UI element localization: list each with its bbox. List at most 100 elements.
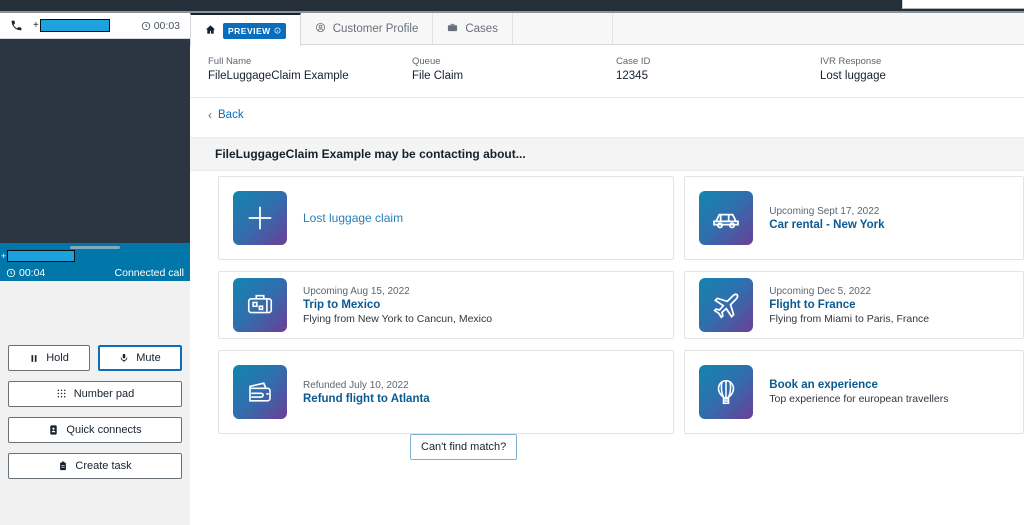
mute-button[interactable]: Mute: [98, 345, 182, 371]
microphone-icon: [119, 352, 129, 364]
card-sub-flight-to-france: Upcoming Dec 5, 2022: [769, 285, 871, 297]
cant-find-match-label: Can't find match?: [421, 441, 507, 453]
card-sub-trip-to-mexico: Upcoming Aug 15, 2022: [303, 285, 410, 297]
home-icon: [205, 24, 216, 38]
pause-icon: [29, 353, 39, 364]
primary-control-row: Hold Mute: [8, 345, 182, 371]
contact-context-header: Full Name FileLuggageClaim Example Queue…: [190, 46, 1024, 98]
cant-find-match-button[interactable]: Can't find match?: [410, 434, 518, 460]
app-window: + 00:03 + 00:04 Connected call Hold Mute…: [0, 0, 1024, 525]
chevron-left-icon: ‹: [208, 108, 212, 122]
card-text-trip-to-mexico: Upcoming Aug 15, 2022 Trip to Mexico Fly…: [303, 286, 492, 325]
preview-badge-label: PREVIEW: [228, 25, 271, 36]
number-pad-button[interactable]: Number pad: [8, 381, 182, 407]
tab-customer-profile[interactable]: Customer Profile: [301, 13, 434, 45]
plus-icon: [233, 191, 287, 245]
card-car-rental-new-york[interactable]: Upcoming Sept 17, 2022 Car rental - New …: [684, 176, 1024, 260]
airplane-icon: [699, 278, 754, 332]
phone-plus-sign: +: [33, 20, 39, 31]
card-text-lost-luggage-claim: Lost luggage claim: [303, 211, 403, 225]
card-column-right: Upcoming Sept 17, 2022 Car rental - New …: [684, 176, 1024, 434]
car-icon: [699, 191, 754, 245]
browser-top-strip: [0, 0, 1024, 11]
number-pad-button-label: Number pad: [73, 388, 135, 400]
context-field-case-id: Case ID 12345: [616, 56, 820, 97]
card-refund-flight-to-atlanta[interactable]: Refunded July 10, 2022 Refund flight to …: [218, 350, 675, 434]
card-desc-flight-to-france: Flying from Miami to Paris, France: [769, 312, 930, 325]
tab-cases[interactable]: Cases: [433, 13, 513, 45]
tab-cases-label: Cases: [465, 23, 498, 35]
ccp-call-header: + 00:03: [0, 13, 190, 39]
preview-badge: PREVIEW: [223, 22, 286, 39]
contacts-icon: [48, 424, 59, 436]
balloon-icon: [699, 365, 754, 419]
connected-duration: 00:04: [6, 267, 45, 279]
tab-home-preview[interactable]: PREVIEW: [190, 13, 301, 46]
context-label-full-name: Full Name: [208, 56, 252, 67]
suggestion-card-grid: Lost luggage claim Upcoming Aug 15, 2022…: [190, 176, 1024, 434]
back-link[interactable]: ‹ Back: [208, 108, 244, 122]
card-lost-luggage-claim[interactable]: Lost luggage claim: [218, 176, 675, 260]
main-content: PREVIEW Customer Profile Cases Full Name…: [190, 13, 1024, 525]
contact-control-panel: + 00:03 + 00:04 Connected call Hold Mute…: [0, 13, 190, 525]
card-desc-trip-to-mexico: Flying from New York to Cancun, Mexico: [303, 312, 493, 325]
connected-phone-row: +: [0, 250, 76, 262]
dialpad-icon: [56, 388, 67, 400]
context-value-ivr-response: Lost luggage: [820, 70, 886, 82]
back-link-label: Back: [218, 109, 244, 121]
quick-connects-button-label: Quick connects: [66, 424, 142, 436]
briefcase-icon: [447, 22, 458, 36]
drag-handle[interactable]: [70, 246, 120, 249]
card-text-car-rental-new-york: Upcoming Sept 17, 2022 Car rental - New …: [769, 206, 884, 231]
suitcase-icon: [233, 278, 287, 332]
ccp-dark-body: [0, 39, 190, 243]
connected-call-banner: + 00:04 Connected call: [0, 243, 190, 281]
context-label-queue: Queue: [412, 56, 441, 67]
clipboard-icon: [58, 460, 68, 472]
card-title-lost-luggage-claim: Lost luggage claim: [303, 211, 404, 225]
context-field-full-name: Full Name FileLuggageClaim Example: [208, 56, 412, 97]
ccp-call-timer: 00:03: [141, 20, 180, 32]
hold-button[interactable]: Hold: [8, 345, 90, 371]
card-title-flight-to-france: Flight to France: [769, 298, 856, 311]
tab-customer-profile-label: Customer Profile: [332, 23, 419, 35]
context-label-case-id: Case ID: [616, 56, 651, 67]
wallet-icon: [233, 365, 287, 419]
quick-connects-button[interactable]: Quick connects: [8, 417, 182, 443]
context-value-case-id: 12345: [616, 70, 648, 82]
section-banner: FileLuggageClaim Example may be contacti…: [190, 137, 1024, 171]
hold-button-label: Hold: [46, 352, 69, 364]
tab-bar: PREVIEW Customer Profile Cases: [190, 13, 1024, 46]
context-field-queue: Queue File Claim: [412, 56, 616, 97]
card-text-book-an-experience: Book an experience Top experience for eu…: [769, 379, 948, 405]
card-title-refund-flight-to-atlanta: Refund flight to Atlanta: [303, 392, 430, 405]
context-value-queue: File Claim: [412, 70, 464, 82]
ccp-call-timer-value: 00:03: [153, 19, 180, 32]
redacted-connected-number: [7, 250, 76, 262]
back-row: ‹ Back: [190, 99, 1024, 131]
connected-status-row: 00:04 Connected call: [0, 265, 190, 281]
connected-duration-value: 00:04: [19, 267, 46, 279]
create-task-button[interactable]: Create task: [8, 453, 182, 479]
mute-button-label: Mute: [136, 352, 161, 364]
card-text-refund-flight-to-atlanta: Refunded July 10, 2022 Refund flight to …: [303, 380, 430, 405]
card-sub-car-rental-new-york: Upcoming Sept 17, 2022: [769, 205, 880, 217]
section-banner-title: FileLuggageClaim Example may be contacti…: [215, 147, 526, 161]
call-state-label: Connected call: [114, 267, 184, 279]
card-title-book-an-experience: Book an experience: [769, 379, 878, 391]
card-desc-book-an-experience: Top experience for european travellers: [769, 393, 949, 405]
ccp-controls: Hold Mute Number pad Quick connects Crea…: [0, 281, 190, 525]
card-sub-refund-flight-to-atlanta: Refunded July 10, 2022: [303, 379, 409, 391]
card-title-car-rental-new-york: Car rental - New York: [769, 218, 885, 231]
context-label-ivr-response: IVR Response: [820, 56, 882, 67]
card-book-an-experience[interactable]: Book an experience Top experience for eu…: [684, 350, 1024, 434]
tab-empty-slot: [513, 13, 613, 45]
top-right-panel: [902, 0, 1024, 9]
card-flight-to-france[interactable]: Upcoming Dec 5, 2022 Flight to France Fl…: [684, 271, 1024, 339]
card-title-trip-to-mexico: Trip to Mexico: [303, 298, 381, 311]
card-column-left: Lost luggage claim Upcoming Aug 15, 2022…: [218, 176, 675, 434]
create-task-button-label: Create task: [75, 460, 132, 472]
card-trip-to-mexico[interactable]: Upcoming Aug 15, 2022 Trip to Mexico Fly…: [218, 271, 675, 339]
phone-icon: [10, 19, 23, 32]
context-value-full-name: FileLuggageClaim Example: [208, 70, 349, 82]
